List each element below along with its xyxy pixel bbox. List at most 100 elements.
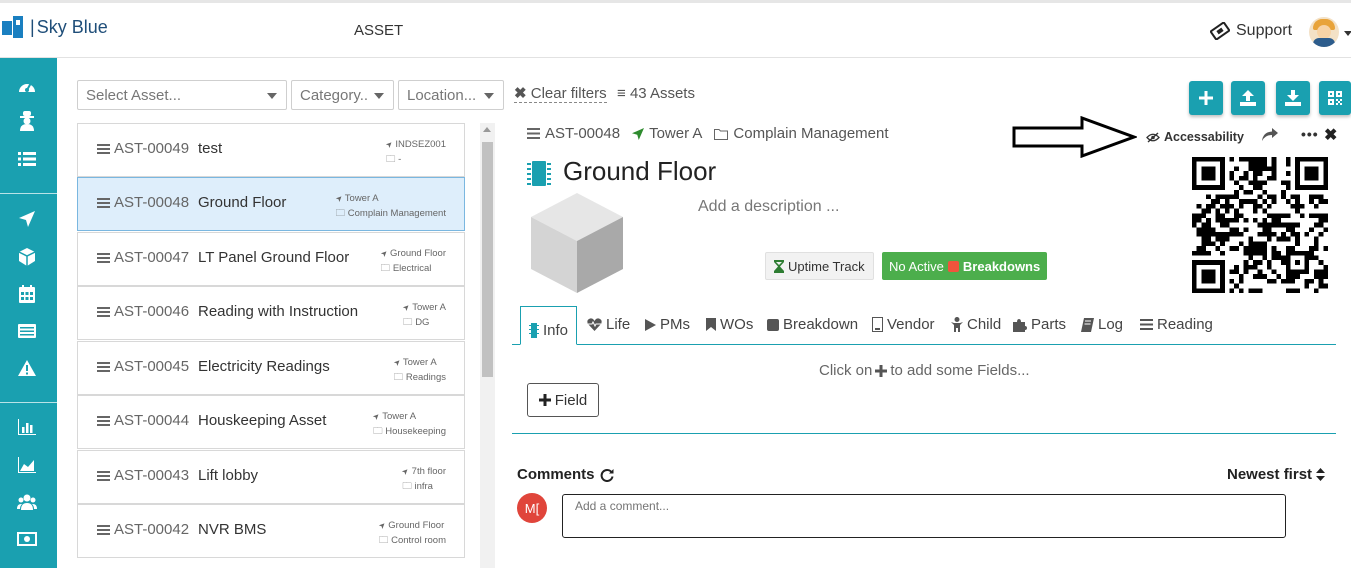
tab-wos[interactable]: WOs [706, 316, 753, 333]
money-icon[interactable] [16, 528, 38, 550]
asset-image-placeholder[interactable] [527, 190, 627, 295]
comment-input[interactable] [562, 494, 1286, 538]
drag-handle-icon[interactable] [97, 305, 110, 319]
calendar-icon[interactable] [16, 283, 38, 305]
tab-child[interactable]: Child [951, 316, 1001, 333]
asset-location: Ground Floor [390, 248, 446, 259]
asset-location: Ground Floor [388, 520, 445, 531]
add-field-button[interactable]: Field [527, 383, 599, 417]
support-link[interactable]: Support [1210, 22, 1292, 40]
list-icon[interactable] [16, 148, 38, 170]
dashboard-icon[interactable] [16, 75, 38, 97]
commenter-avatar: M[ [517, 493, 547, 523]
drag-handle-icon[interactable] [97, 360, 110, 374]
asset-category: Electrical [392, 263, 432, 274]
plus-icon [875, 364, 888, 377]
more-options-icon[interactable]: ••• [1301, 126, 1319, 142]
asset-category: DG [415, 317, 430, 328]
tab-log[interactable]: Log [1081, 316, 1123, 333]
user-secret-icon[interactable] [16, 110, 38, 132]
users-icon[interactable] [16, 491, 38, 513]
detail-category[interactable]: Complain Management [733, 125, 888, 142]
asset-list-item[interactable]: AST-00048 Ground Floor ➤ Tower A 🗀 Complain… [77, 177, 465, 231]
asset-qr-code[interactable] [1192, 157, 1328, 293]
brand-name: Sky Blue [36, 16, 108, 37]
asset-category: Readings [405, 372, 446, 383]
category-select-placeholder: Category.. [300, 87, 369, 104]
upload-button[interactable] [1231, 81, 1265, 115]
accessibility-toggle[interactable]: Accessability [1146, 130, 1244, 144]
folder-icon: 🗀 [393, 372, 404, 383]
tab-parts[interactable]: Parts [1013, 316, 1066, 333]
book-icon [1081, 317, 1094, 332]
folder-icon: 🗀 [380, 263, 391, 274]
asset-list-item[interactable]: AST-00047 LT Panel Ground Floor ➤ Ground F… [77, 232, 465, 286]
logo-mark-icon [2, 15, 26, 39]
breakdown-square-icon [947, 260, 959, 272]
uptime-track-button[interactable]: Uptime Track [765, 252, 874, 280]
tab-reading[interactable]: Reading [1140, 316, 1213, 333]
scroll-up-icon[interactable] [483, 127, 491, 132]
asset-code: AST-00044 [114, 412, 190, 429]
asset-count-label: 43 Assets [629, 85, 695, 102]
asset-list-item[interactable]: AST-00049 test ➤ INDSEZ001 🗀 - [77, 123, 465, 177]
asset-code: AST-00049 [114, 140, 190, 157]
location-select-placeholder: Location... [407, 87, 477, 104]
asset-select[interactable]: Select Asset... [77, 80, 287, 110]
asset-meta: ➤ Tower A 🗀 Complain Management [333, 191, 446, 221]
asset-title[interactable]: Ground Floor [563, 156, 716, 187]
warning-icon[interactable] [16, 357, 38, 379]
hourglass-icon [774, 259, 784, 273]
sort-comments-toggle[interactable]: Newest first [1227, 466, 1326, 483]
tab-vendor[interactable]: Vendor [872, 316, 935, 333]
download-button[interactable] [1276, 81, 1310, 115]
asset-name: Houskeeping Asset [198, 412, 327, 429]
cube-icon[interactable] [16, 246, 38, 268]
user-avatar[interactable] [1309, 17, 1339, 47]
drag-handle-icon[interactable] [97, 469, 110, 483]
breakdowns-status-badge[interactable]: No Active Breakdowns [882, 252, 1048, 280]
asset-name: Reading with Instruction [198, 303, 359, 320]
folder-icon: 🗀 [378, 535, 389, 546]
clear-filters-link[interactable]: ✖ Clear filters [514, 85, 607, 103]
sort-icon [1316, 468, 1326, 481]
dropdown-caret-icon [484, 93, 494, 99]
refresh-icon[interactable] [600, 468, 614, 482]
qrcode-button[interactable] [1319, 81, 1351, 115]
description-placeholder[interactable]: Add a description ... [698, 198, 839, 216]
folder-icon: 🗀 [335, 208, 346, 219]
area-chart-icon[interactable] [16, 454, 38, 476]
asset-category: Housekeeping [385, 426, 446, 437]
tab-info[interactable]: Info [520, 306, 578, 345]
tab-breakdown[interactable]: Breakdown [767, 316, 858, 333]
detail-location[interactable]: Tower A [649, 125, 702, 142]
user-menu-caret-icon[interactable] [1344, 31, 1351, 36]
asset-location: INDSEZ001 [395, 139, 446, 150]
asset-list-item[interactable]: AST-00042 NVR BMS ➤ Ground Floor 🗀 Control … [77, 504, 465, 558]
drag-handle-icon[interactable] [97, 414, 110, 428]
drag-handle-icon[interactable] [97, 251, 110, 265]
bar-chart-icon[interactable] [16, 416, 38, 438]
asset-list-item[interactable]: AST-00044 Houskeeping Asset ➤ Tower A 🗀 Hou… [77, 395, 465, 449]
drag-handle-icon[interactable] [97, 196, 110, 210]
asset-list-item[interactable]: AST-00046 Reading with Instruction ➤ Tower… [77, 286, 465, 340]
asset-list-item[interactable]: AST-00043 Lift lobby ➤ 7th floor 🗀 infra [77, 450, 465, 504]
no-active-label: No Active [889, 258, 944, 274]
add-asset-button[interactable] [1189, 81, 1223, 115]
asset-meta: ➤ Tower A 🗀 Readings [392, 355, 446, 385]
location-arrow-icon[interactable] [16, 208, 38, 230]
drag-handle-icon[interactable] [97, 142, 110, 156]
brand-logo[interactable]: | Sky Blue [2, 15, 108, 39]
upload-icon [1240, 90, 1256, 106]
category-select[interactable]: Category.. [291, 80, 394, 110]
asset-name: Ground Floor [198, 194, 287, 211]
drag-handle-icon[interactable] [97, 523, 110, 537]
location-select[interactable]: Location... [398, 80, 504, 110]
list-scrollbar-thumb[interactable] [482, 142, 493, 377]
share-icon[interactable] [1262, 128, 1278, 146]
tab-pms[interactable]: PMs [645, 316, 690, 333]
close-detail-icon[interactable]: ✖ [1324, 125, 1337, 145]
tab-life[interactable]: Life [587, 316, 630, 333]
id-card-icon[interactable] [16, 320, 38, 342]
asset-list-item[interactable]: AST-00045 Electricity Readings ➤ Tower A 🗀 … [77, 341, 465, 395]
